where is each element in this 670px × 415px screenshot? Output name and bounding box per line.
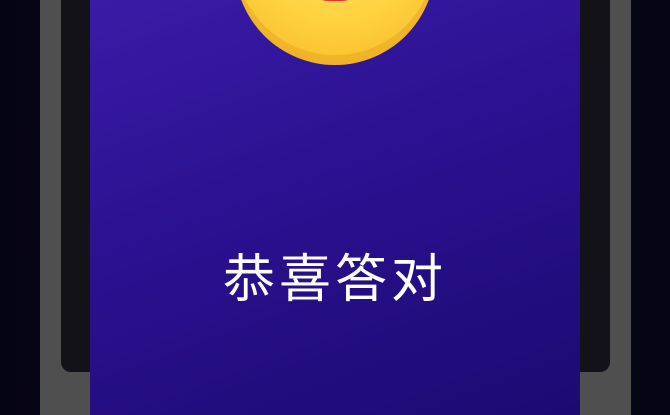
- laughing-face-icon: [235, 0, 435, 65]
- result-message: 恭喜答对: [222, 250, 447, 310]
- result-dialog: 恭喜答对: [90, 0, 580, 415]
- screen: 恭喜答对: [0, 0, 670, 415]
- emoji-mouth: [310, 0, 360, 1]
